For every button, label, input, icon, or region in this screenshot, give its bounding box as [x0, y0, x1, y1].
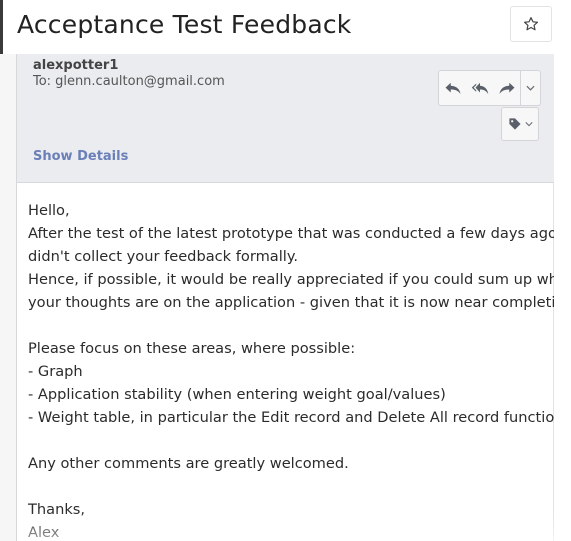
- message-line: Please focus on these areas, where possi…: [28, 340, 356, 357]
- message-line: [28, 314, 550, 337]
- chevron-down-icon: [526, 85, 535, 91]
- email-subject: Acceptance Test Feedback: [17, 10, 352, 39]
- forward-button[interactable]: [493, 71, 520, 105]
- message-line: Thanks,: [28, 501, 86, 518]
- message-line: Hello,: [28, 202, 70, 219]
- tag-button[interactable]: [501, 107, 539, 141]
- message-line: - Graph: [28, 363, 83, 380]
- recipient-line: To: glenn.caulton@gmail.com: [33, 74, 225, 89]
- email-view: Acceptance Test Feedback alexpotter1 To:…: [0, 0, 571, 541]
- tag-icon: [508, 117, 522, 131]
- message-line: [28, 475, 550, 498]
- chevron-down-icon: [524, 121, 533, 127]
- message-text: Hello, After the test of the latest prot…: [28, 199, 571, 541]
- reply-all-icon: [471, 80, 489, 96]
- message-line: - Weight table, in particular the Edit r…: [28, 409, 571, 426]
- to-label: To:: [33, 74, 52, 89]
- reply-all-button[interactable]: [466, 71, 493, 105]
- message-line: After the test of the latest prototype t…: [28, 225, 571, 242]
- recipient-address: glenn.caulton@gmail.com: [55, 74, 225, 89]
- message-body: Hello, After the test of the latest prot…: [17, 183, 571, 541]
- reply-icon: [444, 80, 462, 96]
- title-accent: [0, 0, 3, 54]
- show-details-link[interactable]: Show Details: [33, 149, 128, 164]
- message-header: alexpotter1 To:glenn.caulton@gmail.com: [17, 54, 554, 183]
- message-line: Alex: [28, 524, 60, 541]
- left-strip: [0, 54, 17, 541]
- more-actions-button[interactable]: [520, 71, 540, 105]
- sender-name: alexpotter1: [33, 58, 119, 73]
- reply-button[interactable]: [439, 71, 466, 105]
- star-button[interactable]: [510, 6, 552, 42]
- message-line: Hence, if possible, it would be really a…: [28, 271, 571, 288]
- message-actions: [438, 70, 541, 106]
- message-line: didn't collect your feedback formally.: [28, 248, 299, 265]
- message-line: - Application stability (when entering w…: [28, 386, 446, 403]
- message-line: [28, 429, 550, 452]
- right-margin: [554, 54, 571, 541]
- message-line: your thoughts are on the application - g…: [28, 294, 571, 311]
- forward-icon: [498, 80, 516, 96]
- message-line: Any other comments are greatly welcomed.: [28, 455, 349, 472]
- star-icon: [523, 16, 539, 32]
- title-bar: Acceptance Test Feedback: [0, 0, 571, 54]
